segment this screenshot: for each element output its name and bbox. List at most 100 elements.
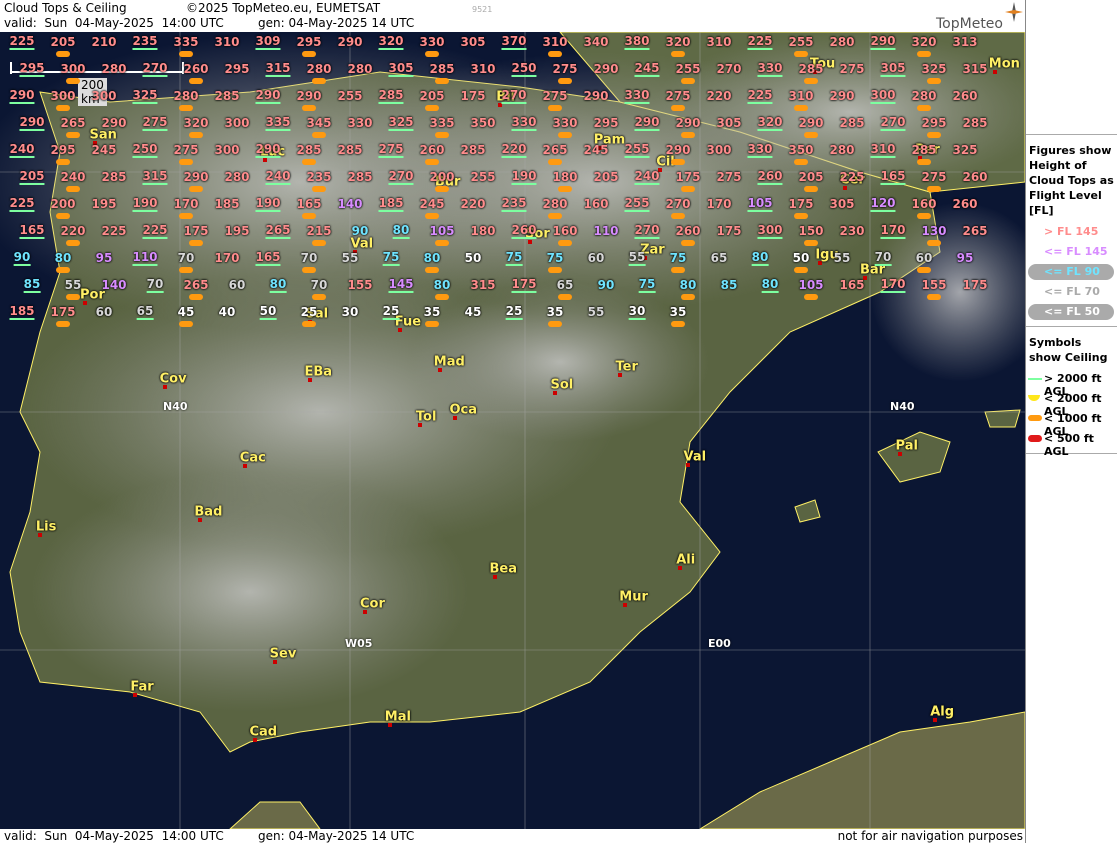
legend-spacer <box>1026 0 1117 130</box>
legend-fl-item: <= FL 90 <box>1026 262 1117 282</box>
ceiling-orange-icon <box>179 51 193 57</box>
city-label[interactable]: Val <box>683 450 706 465</box>
cloud-top-value: 275 <box>716 170 742 184</box>
cloud-top-value: 305 <box>829 197 855 211</box>
cloud-top-value: 290 <box>634 115 660 131</box>
city-label[interactable]: Val <box>350 237 373 252</box>
ceiling-orange-icon <box>56 267 70 273</box>
ceiling-orange-icon <box>804 294 818 300</box>
city-label[interactable]: Cov <box>160 372 187 387</box>
cloud-top-value: 235 <box>132 34 158 50</box>
cloud-top-value: 240 <box>9 142 35 158</box>
cloud-top-value: 55 <box>628 250 646 266</box>
cloud-top-value: 330 <box>757 61 783 77</box>
city-label[interactable]: Bea <box>490 562 518 577</box>
ceiling-orange-icon <box>558 132 572 138</box>
cloud-top-value: 205 <box>419 89 445 103</box>
cloud-top-value: 325 <box>132 88 158 104</box>
cloud-top-value: 225 <box>9 196 35 212</box>
yellow-half-icon <box>1028 395 1040 401</box>
cloud-top-value: 175 <box>460 89 486 103</box>
cloud-top-value: 270 <box>665 197 691 211</box>
city-label[interactable]: Lis <box>36 520 56 535</box>
cloud-top-value: 175 <box>716 224 742 238</box>
cloud-top-value: 350 <box>470 116 496 130</box>
cloud-top-value: 150 <box>798 224 824 238</box>
cloud-top-value: 290 <box>593 62 619 76</box>
city-label[interactable]: Cad <box>249 725 277 740</box>
cloud-top-value: 290 <box>255 88 281 104</box>
city-label[interactable]: Alg <box>930 705 954 720</box>
city-label[interactable]: Ter <box>616 360 638 375</box>
cloud-top-value: 225 <box>747 34 773 50</box>
city-label[interactable]: Tol <box>416 410 437 425</box>
city-label[interactable]: Bad <box>194 505 222 520</box>
cloud-top-value: 70 <box>177 251 195 265</box>
cloud-top-value: 85 <box>720 278 738 292</box>
satellite-map[interactable]: 200 km Tou Mon Bil San Pam Luc Cil Per Cer Bur Sor… <box>0 32 1025 829</box>
city-label[interactable]: EBa <box>304 365 332 380</box>
generation-time: gen: 04-May-2025 14 UTC <box>258 16 415 30</box>
cloud-top-value: 210 <box>91 35 117 49</box>
cloud-top-value: 55 <box>833 251 851 265</box>
ceiling-orange-icon <box>435 132 449 138</box>
cloud-top-value: 75 <box>669 251 687 265</box>
cloud-top-value: 280 <box>173 89 199 103</box>
legend-symbol-item: < 1000 ft AGL <box>1026 409 1117 438</box>
city-label[interactable]: Far <box>130 680 153 695</box>
cloud-top-value: 75 <box>382 250 400 266</box>
cloud-top-value: 145 <box>388 277 414 293</box>
cloud-top-value: 160 <box>583 197 609 211</box>
cloud-top-value: 220 <box>60 224 86 238</box>
cloud-top-value: 190 <box>511 169 537 185</box>
cloud-top-value: 185 <box>214 197 240 211</box>
cloud-top-value: 285 <box>798 62 824 76</box>
city-label[interactable]: Mal <box>385 710 411 725</box>
ceiling-orange-icon <box>681 186 695 192</box>
ceiling-orange-icon <box>66 78 80 84</box>
ceiling-orange-icon <box>425 105 439 111</box>
cloud-top-value: 315 <box>142 169 168 185</box>
cloud-top-value: 325 <box>952 143 978 157</box>
legend-symbol-item: < 2000 ft AGL <box>1026 389 1117 418</box>
ceiling-orange-icon <box>312 186 326 192</box>
city-label[interactable]: Cor <box>360 597 385 612</box>
cloud-top-value: 320 <box>911 35 937 49</box>
cloud-top-value: 285 <box>337 143 363 157</box>
cloud-top-value: 175 <box>788 197 814 211</box>
cloud-top-value: 315 <box>470 278 496 292</box>
legend-fl-item: <= FL 50 <box>1026 302 1117 322</box>
ceiling-orange-icon <box>548 51 562 57</box>
brand-logo-text[interactable]: TopMeteo <box>936 16 1003 32</box>
cloud-top-value: 300 <box>60 62 86 76</box>
city-label[interactable]: Pal <box>896 439 918 454</box>
cloud-top-value: 260 <box>183 62 209 76</box>
legend-symbol-item: > 2000 ft AGL <box>1026 369 1117 398</box>
ceiling-orange-icon <box>548 213 562 219</box>
cloud-top-value: 30 <box>628 304 646 320</box>
orange-bar-icon <box>1028 415 1042 421</box>
city-label[interactable]: Mon <box>989 57 1020 72</box>
ceiling-orange-icon <box>179 105 193 111</box>
city-label[interactable]: Mad <box>434 355 465 370</box>
city-label[interactable]: Ali <box>676 553 695 568</box>
cloud-top-value: 230 <box>839 224 865 238</box>
city-label[interactable]: Sev <box>270 647 297 662</box>
city-label[interactable]: Oca <box>449 403 477 418</box>
cloud-top-value: 285 <box>839 116 865 130</box>
cloud-top-value: 285 <box>378 88 404 104</box>
cloud-top-value: 270 <box>634 223 660 239</box>
city-label[interactable]: Sol <box>550 378 573 393</box>
cloud-top-value: 65 <box>710 251 728 265</box>
cloud-top-value: 165 <box>839 278 865 292</box>
city-label[interactable]: Cac <box>240 451 266 466</box>
cloud-top-value: 315 <box>962 62 988 76</box>
cloud-top-value: 280 <box>306 62 332 76</box>
city-label[interactable]: Mur <box>619 590 648 605</box>
cloud-top-value: 370 <box>501 34 527 50</box>
cloud-top-value: 265 <box>962 224 988 238</box>
cloud-top-value: 260 <box>511 223 537 239</box>
cloud-top-value: 300 <box>91 89 117 103</box>
cloud-top-value: 80 <box>54 251 72 265</box>
cloud-top-value: 105 <box>747 196 773 212</box>
